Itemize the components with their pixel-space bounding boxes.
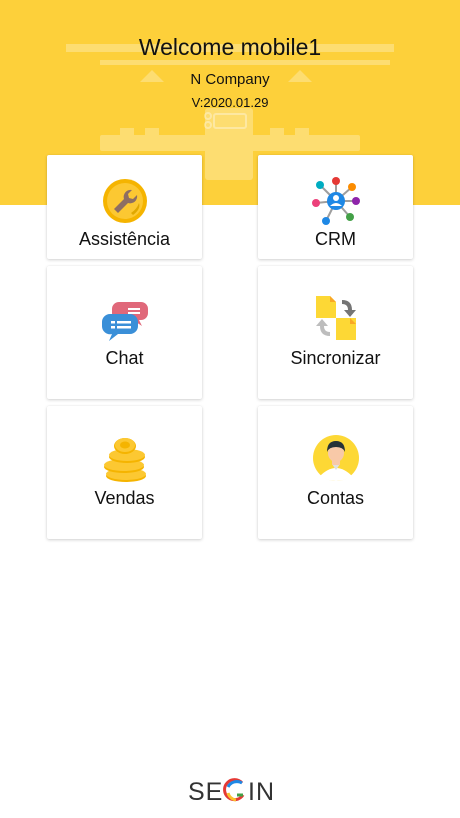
wrench-coin-icon (102, 179, 147, 223)
menu-label-chat: Chat (105, 348, 144, 368)
menu-card-chat[interactable]: Chat (47, 266, 202, 399)
sync-files-icon (315, 296, 356, 340)
menu-card-assistencia[interactable]: Assistência (47, 155, 202, 259)
menu-label-crm: CRM (315, 229, 356, 249)
menu-card-sincronizar[interactable]: Sincronizar (258, 266, 413, 399)
menu-label-contas: Contas (306, 488, 365, 508)
menu-label-vendas: Vendas (94, 488, 155, 508)
coin-stack-icon (103, 438, 146, 482)
company-name: N Company (190, 71, 270, 88)
menu-card-crm[interactable]: CRM (258, 155, 413, 259)
user-avatar-icon (312, 435, 359, 481)
welcome-title: Welcome mobile1 (138, 34, 322, 60)
app-version: V:2020.01.29 (191, 95, 269, 110)
network-hub-icon (311, 177, 360, 225)
menu-card-vendas[interactable]: Vendas (47, 406, 202, 539)
chat-bubbles-icon (101, 302, 148, 341)
svg-text:SE: SE (188, 778, 223, 804)
menu-label-sincronizar: Sincronizar (290, 348, 381, 368)
segin-logo: SE IN (0, 776, 460, 809)
menu-label-assistencia: Assistência (78, 229, 171, 249)
segin-logo-mark: SE IN (188, 778, 274, 806)
svg-text:IN: IN (248, 778, 272, 804)
menu-card-contas[interactable]: Contas (258, 406, 413, 539)
